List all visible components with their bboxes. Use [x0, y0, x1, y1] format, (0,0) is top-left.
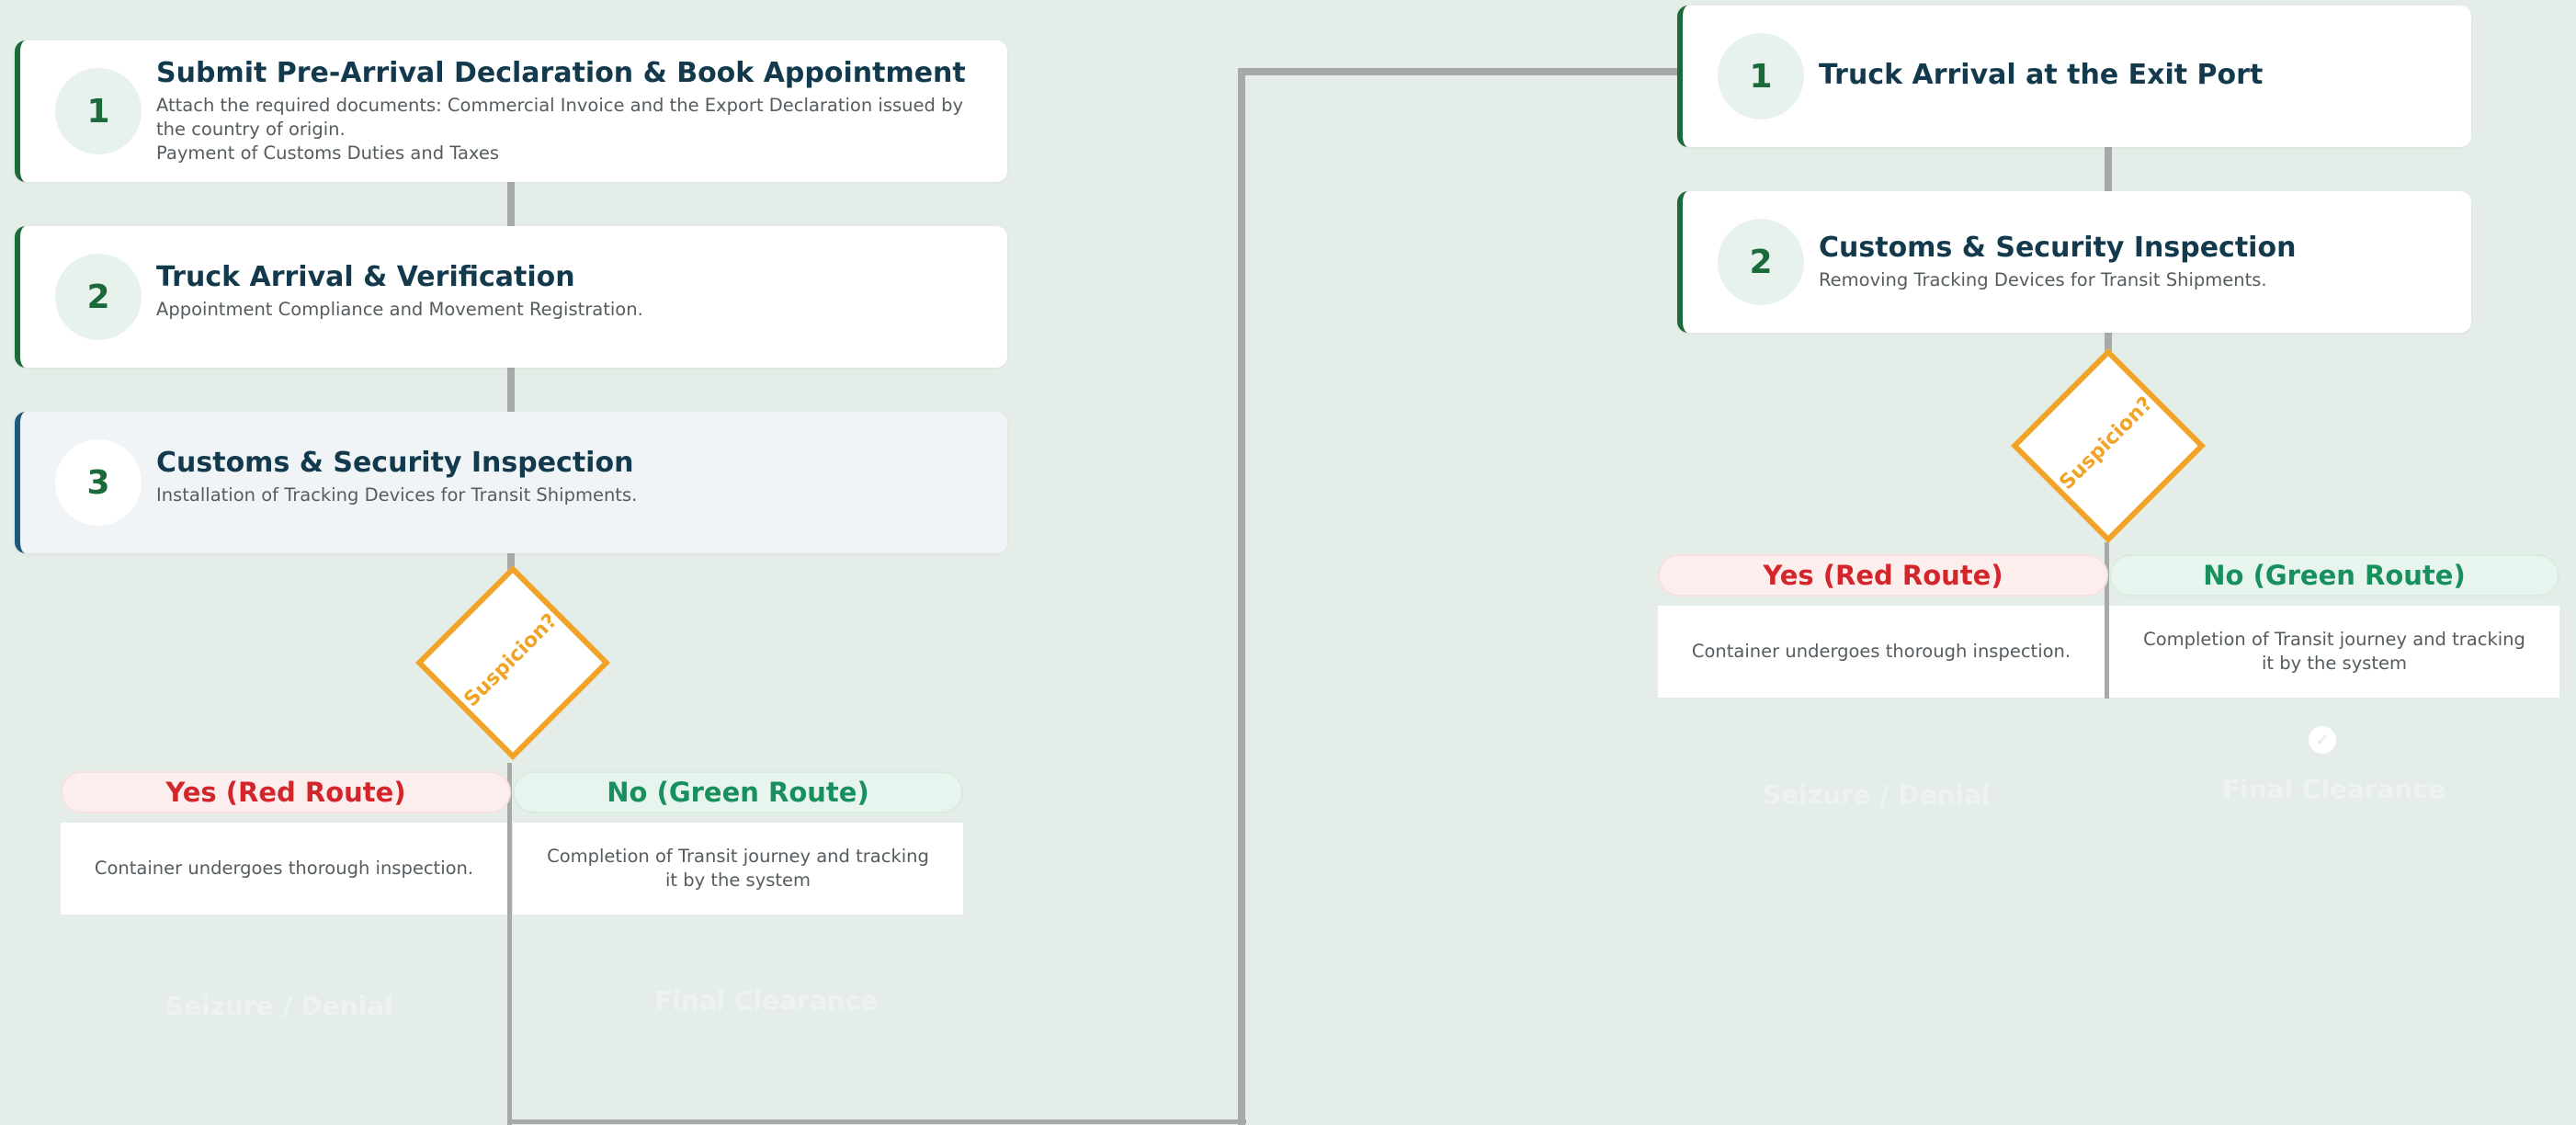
exit-yes-route-label: Yes (Red Route)	[1658, 554, 2108, 597]
check-icon: ✓	[2309, 726, 2336, 754]
step-title: Submit Pre-Arrival Declaration & Book Ap…	[156, 57, 966, 89]
step-title: Truck Arrival & Verification	[156, 261, 575, 293]
step-title: Customs & Security Inspection	[1819, 232, 2297, 264]
step-number: 3	[55, 439, 142, 526]
entry-step-1: 1 Submit Pre-Arrival Declaration & Book …	[15, 40, 1007, 182]
connector-bottom-link	[507, 1119, 1246, 1124]
entry-step-3: 3 Customs & Security Inspection Installa…	[15, 412, 1007, 553]
step-description: Attach the required documents: Commercia…	[156, 95, 963, 164]
exit-no-outcome: Completion of Transit journey and tracki…	[2109, 606, 2559, 698]
connector-cross-vertical	[1238, 68, 1245, 1125]
step-number: 2	[55, 254, 142, 340]
step-number: 1	[55, 68, 142, 154]
step-title: Customs & Security Inspection	[156, 447, 634, 479]
exit-step-2: 2 Customs & Security Inspection Removing…	[1677, 191, 2471, 333]
entry-no-outcome: Completion of Transit journey and tracki…	[513, 823, 963, 915]
connector-entry-1-2	[507, 182, 515, 226]
entry-seizure-result: Seizure / Denial	[165, 991, 393, 1021]
entry-no-route-label: No (Green Route)	[513, 771, 963, 813]
exit-seizure-result: Seizure / Denial	[1763, 779, 1991, 810]
connector-entry-branch	[507, 763, 512, 1125]
exit-clearance-result: Final Clearance	[2222, 774, 2446, 804]
connector-cross-top	[1238, 68, 1681, 75]
step-description: Appointment Compliance and Movement Regi…	[156, 299, 643, 320]
exit-yes-outcome: Container undergoes thorough inspection.	[1658, 606, 2105, 698]
step-title: Truck Arrival at the Exit Port	[1819, 59, 2264, 91]
exit-step-1: 1 Truck Arrival at the Exit Port	[1677, 6, 2471, 147]
entry-yes-outcome: Container undergoes thorough inspection.	[61, 823, 507, 915]
step-description: Removing Tracking Devices for Transit Sh…	[1819, 269, 2267, 290]
entry-step-2: 2 Truck Arrival & Verification Appointme…	[15, 226, 1007, 368]
connector-entry-2-3	[507, 368, 515, 412]
step-number: 2	[1718, 219, 1804, 305]
connector-exit-1-2	[2105, 147, 2112, 193]
exit-no-route-label: No (Green Route)	[2109, 554, 2559, 597]
entry-clearance-result: Final Clearance	[654, 985, 879, 1016]
step-number: 1	[1718, 33, 1804, 119]
entry-yes-route-label: Yes (Red Route)	[61, 771, 511, 813]
step-description: Installation of Tracking Devices for Tra…	[156, 484, 638, 506]
